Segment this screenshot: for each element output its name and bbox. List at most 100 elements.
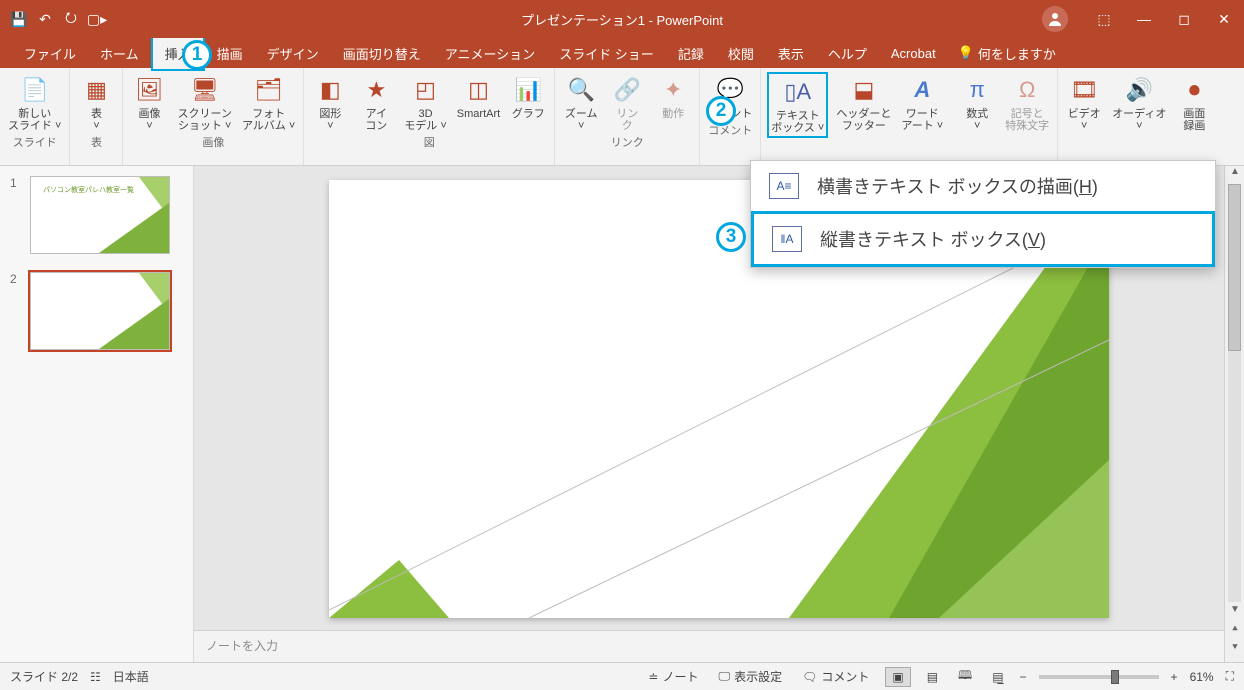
scroll-handle[interactable] bbox=[1228, 184, 1241, 351]
video-button[interactable]: 🎞ビデオ ˅ bbox=[1064, 72, 1104, 134]
accessibility-icon[interactable]: ☷ bbox=[90, 670, 101, 684]
tab-review[interactable]: 校閲 bbox=[716, 38, 766, 69]
icons-button[interactable]: ★アイ コン bbox=[356, 72, 396, 134]
slide-thumb-1[interactable]: 1 パソコン教室パレハ教室一覧 bbox=[10, 176, 183, 254]
slide-number: 1 bbox=[10, 176, 24, 254]
scroll-down-icon[interactable]: ▼ bbox=[1225, 604, 1244, 620]
tab-design[interactable]: デザイン bbox=[255, 38, 331, 69]
dropdown-horizontal-textbox[interactable]: A≡ 横書きテキスト ボックスの描画(H) bbox=[751, 161, 1215, 211]
tab-record[interactable]: 記録 bbox=[666, 38, 716, 69]
tab-help[interactable]: ヘルプ bbox=[816, 38, 879, 69]
view-slideshow-icon[interactable]: ▤̲ bbox=[988, 670, 1007, 684]
group-text: ▯Aテキスト ボックス ˅ ⬓ヘッダーと フッター Aワード アート ˅ bbox=[761, 68, 951, 165]
scroll-up-icon[interactable]: ▲ bbox=[1225, 166, 1244, 182]
headerfooter-button[interactable]: ⬓ヘッダーと フッター bbox=[834, 72, 893, 134]
undo-icon[interactable]: ↶ bbox=[36, 10, 54, 28]
group-slides: 📄新しい スライド ˅ スライド bbox=[0, 68, 70, 165]
symbol-button[interactable]: Ω記号と 特殊文字 bbox=[1003, 72, 1051, 134]
scroll-track[interactable] bbox=[1228, 184, 1241, 602]
group-media: 🎞ビデオ ˅ 🔊オーディオ ˅ ⏺画面 録画 bbox=[1058, 68, 1220, 165]
redo-icon[interactable]: ⭮ bbox=[62, 10, 80, 28]
slide-thumb-2[interactable]: 2 bbox=[10, 272, 183, 350]
slide-thumbnail-panel: 1 パソコン教室パレハ教室一覧 2 bbox=[0, 166, 194, 662]
mini-title: パソコン教室パレハ教室一覧 bbox=[43, 185, 134, 195]
tab-file[interactable]: ファイル bbox=[12, 38, 88, 69]
group-table: ▦表 ˅ 表 bbox=[70, 68, 123, 165]
comment-icon: 🗨 bbox=[802, 670, 817, 684]
callout-2: 2 bbox=[706, 96, 736, 126]
table-button[interactable]: ▦表 ˅ bbox=[76, 72, 116, 134]
audio-button[interactable]: 🔊オーディオ ˅ bbox=[1110, 72, 1168, 134]
new-slide-button[interactable]: 📄新しい スライド ˅ bbox=[6, 72, 63, 134]
startfrombeg-icon[interactable]: ▢▸ bbox=[88, 10, 106, 28]
screenshot-button[interactable]: 🖥スクリーン ショット ˅ bbox=[175, 72, 233, 134]
tab-view[interactable]: 表示 bbox=[766, 38, 816, 69]
close-icon[interactable]: ✕ bbox=[1210, 5, 1238, 33]
save-icon[interactable]: 💾 bbox=[10, 10, 28, 28]
zoom-slider[interactable] bbox=[1039, 675, 1159, 679]
tab-transition[interactable]: 画面切り替え bbox=[331, 38, 433, 69]
slide-number: 2 bbox=[10, 272, 24, 350]
quick-access-toolbar: 💾 ↶ ⭮ ▢▸ bbox=[0, 10, 106, 28]
zoom-in-icon[interactable]: + bbox=[1171, 670, 1178, 684]
notes-placeholder: ノートを入力 bbox=[206, 639, 278, 653]
ribbon-display-icon[interactable]: ⬚ bbox=[1090, 5, 1118, 33]
horizontal-textbox-icon: A≡ bbox=[769, 173, 799, 199]
tab-draw[interactable]: 描画 bbox=[205, 38, 255, 69]
ribbon: 📄新しい スライド ˅ スライド ▦表 ˅ 表 🖼画像 ˅ 🖥スクリーン ショッ… bbox=[0, 68, 1244, 166]
zoom-pct[interactable]: 61% bbox=[1190, 670, 1214, 684]
group-symbols: π数式 ˅ Ω記号と 特殊文字 bbox=[951, 68, 1058, 165]
chart-button[interactable]: 📊グラフ bbox=[508, 72, 548, 122]
equation-button[interactable]: π数式 ˅ bbox=[957, 72, 997, 134]
status-bar: スライド 2/2 ☷ 日本語 ≐ノート 🖵表示設定 🗨コメント ▣ ▤ 🕮 ▤̲… bbox=[0, 662, 1244, 690]
status-slide: スライド 2/2 bbox=[10, 668, 78, 685]
notes-pane[interactable]: ノートを入力 bbox=[194, 630, 1244, 662]
tell-me[interactable]: 💡 何をしますか bbox=[958, 44, 1056, 63]
zoom-out-icon[interactable]: − bbox=[1020, 670, 1027, 684]
title-bar: 💾 ↶ ⭮ ▢▸ プレゼンテーション1 - PowerPoint ⬚ — ◻ ✕ bbox=[0, 0, 1244, 38]
vertical-scrollbar[interactable]: ▲ ▼ ⯅ ⯆ bbox=[1224, 166, 1244, 662]
photoalbum-button[interactable]: 🗂フォト アルバム ˅ bbox=[240, 72, 297, 134]
view-reading-icon[interactable]: 🕮 bbox=[954, 666, 976, 687]
comment-toggle[interactable]: 🗨コメント bbox=[798, 668, 873, 685]
user-avatar[interactable] bbox=[1042, 6, 1068, 32]
maximize-icon[interactable]: ◻ bbox=[1170, 5, 1198, 33]
display-settings[interactable]: 🖵表示設定 bbox=[715, 668, 787, 685]
3dmodel-button[interactable]: ◰3D モデル ˅ bbox=[402, 72, 448, 134]
zoom-button[interactable]: 🔍ズーム ˅ bbox=[561, 72, 601, 134]
tab-slideshow[interactable]: スライド ショー bbox=[547, 38, 666, 69]
prev-slide-icon[interactable]: ⯅ bbox=[1225, 624, 1244, 640]
notes-toggle[interactable]: ≐ノート bbox=[644, 668, 702, 685]
view-normal-icon[interactable]: ▣ bbox=[885, 667, 910, 687]
status-language[interactable]: 日本語 bbox=[113, 668, 149, 685]
image-button[interactable]: 🖼画像 ˅ bbox=[129, 72, 169, 134]
next-slide-icon[interactable]: ⯆ bbox=[1225, 642, 1244, 658]
zoom-slider-thumb[interactable] bbox=[1111, 670, 1119, 684]
tab-acrobat[interactable]: Acrobat bbox=[879, 40, 948, 67]
view-sorter-icon[interactable]: ▤ bbox=[923, 670, 942, 684]
textbox-dropdown: A≡ 横書きテキスト ボックスの描画(H) ‖A 縦書きテキスト ボックス(V) bbox=[750, 160, 1216, 268]
tab-home[interactable]: ホーム bbox=[88, 38, 151, 69]
dropdown-vertical-textbox[interactable]: ‖A 縦書きテキスト ボックス(V) bbox=[751, 211, 1215, 267]
notes-icon: ≐ bbox=[648, 670, 658, 684]
zoom-icon: 🔍 bbox=[565, 74, 597, 106]
callout-1: 1 bbox=[182, 40, 212, 70]
link-button[interactable]: 🔗リン ク bbox=[607, 72, 647, 134]
smartart-button[interactable]: ◫SmartArt bbox=[455, 72, 502, 122]
group-label: 図 bbox=[424, 134, 435, 152]
audio-icon: 🔊 bbox=[1123, 74, 1155, 106]
shapes-button[interactable]: ◧図形 ˅ bbox=[310, 72, 350, 134]
icons-icon: ★ bbox=[360, 74, 392, 106]
group-label bbox=[1138, 134, 1141, 152]
tab-animation[interactable]: アニメーション bbox=[433, 38, 547, 69]
wordart-button[interactable]: Aワード アート ˅ bbox=[899, 72, 945, 134]
window-controls: ⬚ — ◻ ✕ bbox=[1042, 5, 1238, 33]
textbox-button[interactable]: ▯Aテキスト ボックス ˅ bbox=[767, 72, 828, 138]
screenrec-button[interactable]: ⏺画面 録画 bbox=[1174, 72, 1214, 134]
group-label: 画像 bbox=[202, 134, 224, 152]
fit-window-icon[interactable]: ⛶ bbox=[1226, 669, 1234, 684]
minimize-icon[interactable]: — bbox=[1130, 5, 1158, 33]
action-button[interactable]: ✦動作 bbox=[653, 72, 693, 122]
group-images: 🖼画像 ˅ 🖥スクリーン ショット ˅ 🗂フォト アルバム ˅ 画像 bbox=[123, 68, 304, 165]
video-icon: 🎞 bbox=[1068, 74, 1100, 106]
